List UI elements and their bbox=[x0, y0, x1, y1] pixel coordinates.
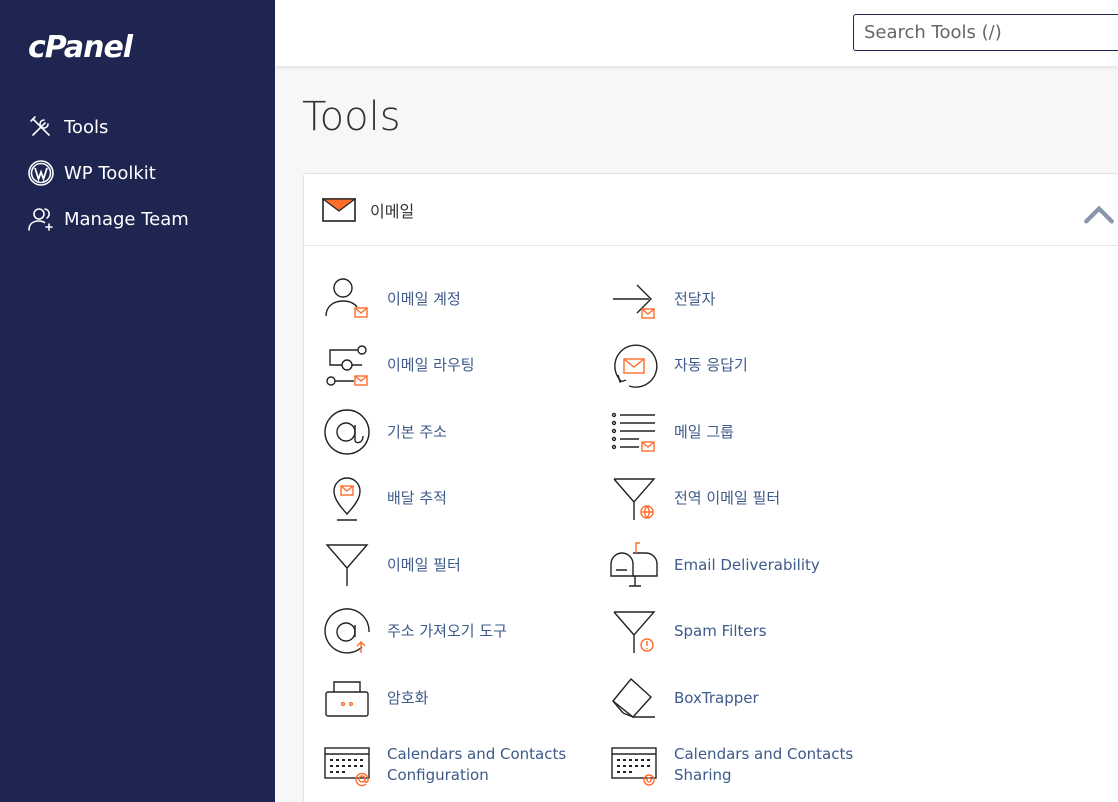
manage-team-icon bbox=[28, 208, 53, 231]
tool-forwarders[interactable]: 전달자 bbox=[609, 266, 896, 333]
tool-global-email-filters[interactable]: 전역 이메일 필터 bbox=[609, 466, 896, 533]
tool-default-address[interactable]: 기본 주소 bbox=[322, 399, 609, 466]
tool-label: BoxTrapper bbox=[674, 688, 759, 707]
tool-calendars-contacts-sharing[interactable]: Calendars and Contacts Sharing bbox=[609, 732, 896, 799]
sidebar-nav: Tools WP Toolkit Manage Team bbox=[26, 104, 189, 242]
tool-label: 메일 그룹 bbox=[674, 422, 734, 441]
sidebar-item-manage-team[interactable]: Manage Team bbox=[26, 196, 189, 242]
sidebar-item-wp-toolkit[interactable]: WP Toolkit bbox=[26, 150, 189, 196]
tool-label: 암호화 bbox=[387, 688, 429, 707]
calendar-gear-icon bbox=[611, 747, 657, 786]
cpanel-logo[interactable]: cPanel bbox=[28, 30, 133, 65]
autoresponders-icon bbox=[614, 344, 658, 388]
tool-encryption[interactable]: 암호화 bbox=[322, 665, 609, 732]
boxtrapper-icon bbox=[612, 678, 655, 719]
tool-email-routing[interactable]: 이메일 라우팅 bbox=[322, 333, 609, 400]
tool-email-accounts[interactable]: 이메일 계정 bbox=[322, 266, 609, 333]
sidebar: cPanel Tools WP Toolkit Manage Team bbox=[0, 0, 275, 802]
email-filters-icon bbox=[325, 544, 369, 587]
tool-email-filters[interactable]: 이메일 필터 bbox=[322, 532, 609, 599]
tools-grid: 이메일 계정 전달자 이메일 라우팅 자동 응답기 기본 주소 메일 그룹 배달… bbox=[322, 266, 902, 798]
track-delivery-icon bbox=[333, 477, 361, 521]
tools-icon bbox=[30, 116, 50, 136]
tool-email-deliverability[interactable]: Email Deliverability bbox=[609, 532, 896, 599]
tool-mailing-lists[interactable]: 메일 그룹 bbox=[609, 399, 896, 466]
chevron-up-icon[interactable] bbox=[1082, 202, 1116, 228]
email-routing-icon bbox=[326, 345, 368, 386]
tool-label: 기본 주소 bbox=[387, 422, 447, 441]
email-panel-header[interactable]: 이메일 bbox=[304, 174, 1118, 246]
email-panel: 이메일 이메일 계정 전달자 이메일 라우팅 자동 응답기 기본 주소 메일 그… bbox=[303, 173, 1118, 802]
tool-label: 배달 추적 bbox=[387, 489, 447, 508]
tool-label: Spam Filters bbox=[674, 622, 767, 641]
email-accounts-icon bbox=[325, 278, 368, 318]
envelope-icon bbox=[322, 197, 356, 222]
mailing-lists-icon bbox=[611, 413, 655, 452]
tool-label: Email Deliverability bbox=[674, 555, 820, 574]
search-tools-input[interactable] bbox=[853, 14, 1118, 51]
sidebar-item-tools[interactable]: Tools bbox=[26, 104, 189, 150]
global-email-filters-icon bbox=[613, 478, 656, 520]
tool-label: 이메일 필터 bbox=[387, 555, 461, 574]
tool-autoresponders[interactable]: 자동 응답기 bbox=[609, 333, 896, 400]
panel-title: 이메일 bbox=[370, 201, 415, 221]
tool-track-delivery[interactable]: 배달 추적 bbox=[322, 466, 609, 533]
page-title: Tools bbox=[302, 94, 401, 140]
mailbox-icon bbox=[610, 542, 658, 587]
encryption-icon bbox=[325, 681, 369, 717]
calendar-at-icon bbox=[324, 747, 370, 786]
default-address-icon bbox=[324, 409, 370, 455]
tool-label: 주소 가져오기 도구 bbox=[387, 622, 507, 641]
tool-label: 이메일 계정 bbox=[387, 289, 461, 308]
tool-boxtrapper[interactable]: BoxTrapper bbox=[609, 665, 896, 732]
sidebar-item-label: WP Toolkit bbox=[64, 162, 156, 184]
spam-filters-icon bbox=[613, 611, 656, 653]
tool-label: 전역 이메일 필터 bbox=[674, 489, 781, 508]
address-importer-icon bbox=[324, 607, 370, 654]
tool-calendars-contacts-configuration[interactable]: Calendars and Contacts Configuration bbox=[322, 732, 609, 799]
tool-label: 자동 응답기 bbox=[674, 356, 748, 375]
tool-spam-filters[interactable]: Spam Filters bbox=[609, 599, 896, 666]
sidebar-item-label: Tools bbox=[64, 116, 109, 138]
tool-label: 이메일 라우팅 bbox=[387, 356, 475, 375]
tool-label: Calendars and Contacts Configuration bbox=[387, 744, 567, 784]
wordpress-icon bbox=[28, 160, 54, 186]
sidebar-item-label: Manage Team bbox=[64, 208, 189, 230]
forwarders-icon bbox=[613, 284, 655, 319]
tool-address-importer[interactable]: 주소 가져오기 도구 bbox=[322, 599, 609, 666]
top-header bbox=[275, 0, 1118, 66]
tool-label: Calendars and Contacts Sharing bbox=[674, 744, 854, 784]
tool-label: 전달자 bbox=[674, 289, 716, 308]
